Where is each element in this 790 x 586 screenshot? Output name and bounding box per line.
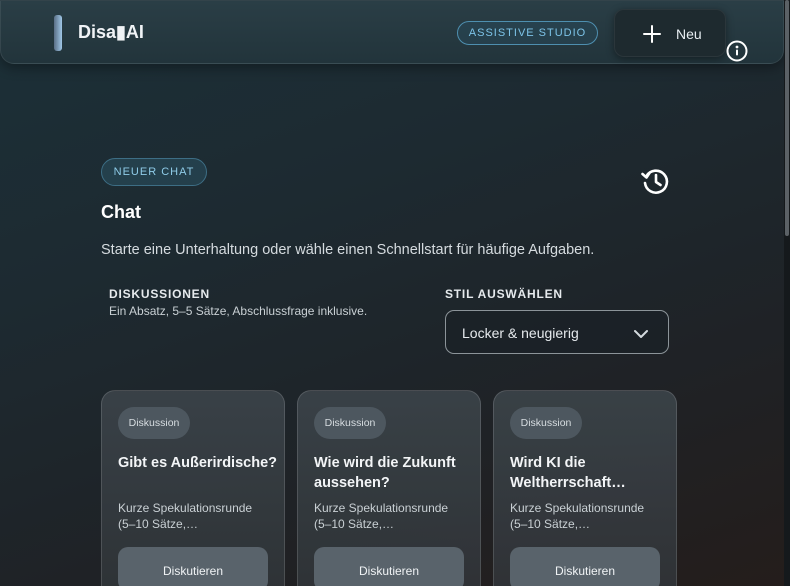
top-bar: Disa▮AI ASSISTIVE STUDIO Neu — [0, 0, 784, 64]
page-title: Chat — [101, 202, 141, 222]
discuss-button[interactable]: Diskutieren — [510, 547, 660, 586]
section-title: DISKUSSIONEN — [109, 287, 210, 301]
new-chat-button[interactable]: Neu — [614, 9, 726, 57]
studio-badge: ASSISTIVE STUDIO — [457, 21, 598, 45]
style-select-value: Locker & neugierig — [462, 325, 579, 341]
chevron-down-icon — [633, 327, 649, 345]
style-select-label: STIL AUSWÄHLEN — [445, 287, 563, 301]
new-chat-label: Neu — [676, 26, 702, 42]
discuss-button[interactable]: Diskutieren — [118, 547, 268, 586]
quickstart-card[interactable]: Diskussion Gibt es Außerirdische? Kurze … — [101, 390, 285, 586]
card-title: Wie wird die Zukunft aussehen? — [314, 455, 456, 491]
quickstart-card[interactable]: Diskussion Wird KI die Weltherrschaft… K… — [493, 390, 677, 586]
card-tag: Diskussion — [314, 407, 386, 439]
card-title: Wird KI die Weltherrschaft… — [510, 455, 626, 491]
history-icon[interactable] — [640, 166, 670, 196]
card-tag: Diskussion — [118, 407, 190, 439]
new-chat-badge: NEUER CHAT — [101, 158, 207, 186]
plus-icon — [643, 25, 661, 48]
logo-bar-icon — [54, 15, 62, 51]
quickstart-card[interactable]: Diskussion Wie wird die Zukunft aussehen… — [297, 390, 481, 586]
style-select[interactable]: Locker & neugierig — [445, 310, 669, 354]
card-description: Kurze Spekulationsrunde (5–10 Sätze,… — [314, 501, 449, 531]
section-description: Ein Absatz, 5–5 Sätze, Abschlussfrage in… — [109, 304, 368, 318]
info-icon[interactable] — [726, 40, 748, 62]
card-description: Kurze Spekulationsrunde (5–10 Sätze,… — [118, 501, 253, 531]
card-description: Kurze Spekulationsrunde (5–10 Sätze,… — [510, 501, 645, 531]
page-subtitle: Starte eine Unterhaltung oder wähle eine… — [101, 242, 595, 258]
card-title: Gibt es Außerirdische? — [118, 455, 277, 471]
page-scrollbar[interactable] — [784, 0, 790, 586]
brand-name: Disa▮AI — [78, 22, 144, 42]
scrollbar-thumb[interactable] — [785, 0, 789, 236]
discuss-button[interactable]: Diskutieren — [314, 547, 464, 586]
card-tag: Diskussion — [510, 407, 582, 439]
